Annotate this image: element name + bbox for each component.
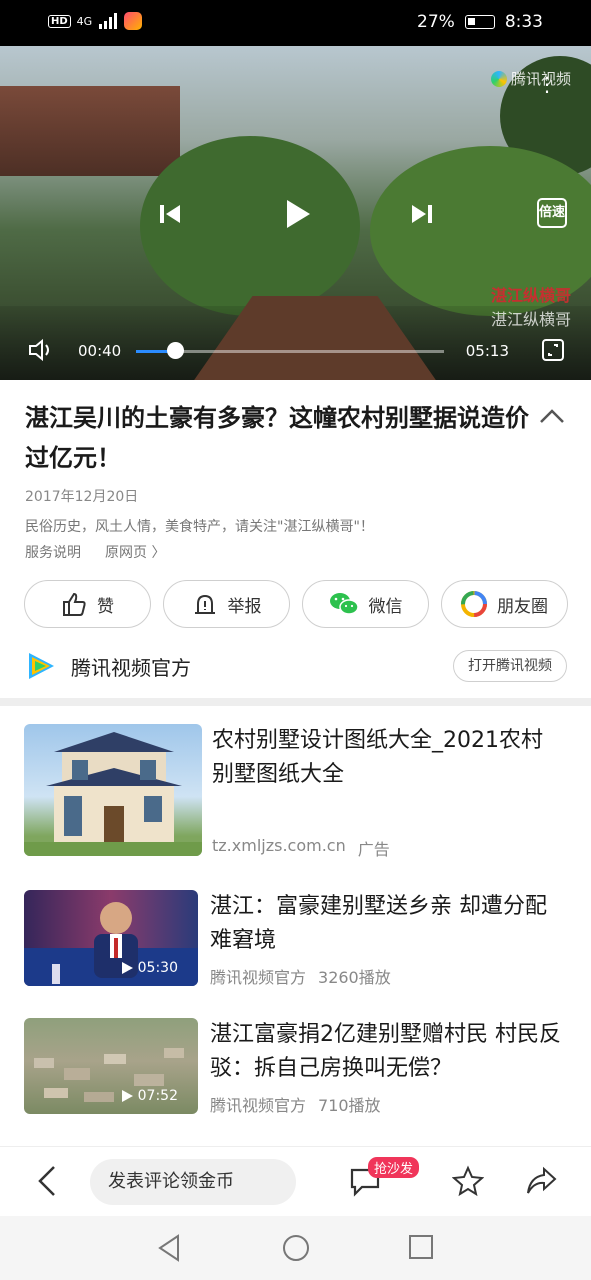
thumbnail: 07:52 xyxy=(24,1018,198,1114)
item-meta: tz.xmljzs.com.cn 广告 xyxy=(212,836,390,860)
duration: 05:13 xyxy=(465,342,509,360)
comment-input[interactable]: 发表评论领金币 xyxy=(90,1159,296,1205)
play-icon xyxy=(121,962,133,974)
play-count: 3260播放 xyxy=(318,968,391,987)
previous-icon[interactable] xyxy=(158,202,182,226)
item-source: 腾讯视频官方 xyxy=(210,968,307,987)
video-duration: 05:30 xyxy=(120,960,178,976)
network-indicator: 4G xyxy=(76,14,93,28)
item-meta: 腾讯视频官方 3260播放 xyxy=(210,964,391,988)
list-item[interactable]: 农村别墅设计图纸大全_2021农村别墅图纸大全 tz.xmljzs.com.cn… xyxy=(24,724,569,859)
tencent-video-logo-icon xyxy=(490,70,507,87)
like-button[interactable]: 赞 xyxy=(24,580,151,628)
app-notification-icon xyxy=(124,12,143,30)
article-title: 湛江吴川的土豪有多豪？这幢农村别墅据说造价过亿元！ xyxy=(25,404,529,472)
publisher-row: 腾讯视频官方 打开腾讯视频 xyxy=(25,648,567,684)
nav-recents-icon[interactable] xyxy=(408,1234,434,1260)
list-item[interactable]: 05:30 湛江：富豪建别墅送乡亲 却遭分配难窘境 腾讯视频官方 3260播放 xyxy=(24,890,569,988)
next-icon[interactable] xyxy=(410,202,434,226)
fullscreen-icon[interactable] xyxy=(541,338,565,362)
publish-date: 2017年12月20日 xyxy=(25,489,139,505)
signal-icon xyxy=(99,13,118,29)
thumbs-up-icon xyxy=(63,592,86,616)
item-title: 湛江富豪捐2亿建别墅赠村民 村民反驳：拆自己房换叫无偿？ xyxy=(210,1022,561,1081)
nav-home-icon[interactable] xyxy=(282,1234,310,1262)
video-duration: 07:52 xyxy=(120,1088,178,1104)
tencent-video-logo-icon xyxy=(29,653,54,679)
bottom-toolbar: 发表评论领金币 抢沙发 xyxy=(0,1146,591,1216)
play-count: 710播放 xyxy=(318,1096,381,1115)
share-wechat-button[interactable]: 微信 xyxy=(302,580,429,628)
collapse-icon[interactable] xyxy=(539,408,565,424)
status-bar: HD 4G 27% 8:33 xyxy=(0,0,591,46)
item-source: 腾讯视频官方 xyxy=(210,1096,307,1115)
volume-icon[interactable] xyxy=(28,338,54,362)
thumbnail xyxy=(24,724,202,856)
report-button[interactable]: 举报 xyxy=(163,580,290,628)
video-player[interactable]: 腾讯视频 ⋮ 湛江纵横哥 湛江纵横哥 倍速 00:40 05:13 xyxy=(0,46,591,380)
current-time: 00:40 xyxy=(78,342,122,360)
article-links: 服务说明 原网页 〉 xyxy=(25,542,165,562)
action-buttons: 赞 举报 微信 朋友圈 xyxy=(24,580,568,628)
article-description: 民俗历史，风土人情，美食特产，请关注"湛江纵横哥"！ xyxy=(25,519,374,535)
item-source: tz.xmljzs.com.cn xyxy=(212,836,346,855)
item-title: 农村别墅设计图纸大全_2021农村别墅图纸大全 xyxy=(212,728,543,787)
share-moments-button[interactable]: 朋友圈 xyxy=(441,580,568,628)
battery-percent: 27% xyxy=(417,12,455,32)
publisher-name[interactable]: 腾讯视频官方 xyxy=(71,652,191,681)
ad-tag: 广告 xyxy=(357,840,390,859)
hd-indicator: HD xyxy=(48,14,71,28)
back-icon[interactable] xyxy=(36,1163,58,1199)
more-options-icon[interactable]: ⋮ xyxy=(537,74,557,94)
channel-watermark: 湛江纵横哥 湛江纵横哥 xyxy=(490,286,571,329)
thumbnail: 05:30 xyxy=(24,890,198,986)
share-icon[interactable] xyxy=(524,1165,558,1197)
comment-badge: 抢沙发 xyxy=(368,1157,420,1178)
video-scene-building xyxy=(0,86,180,176)
clock: 8:33 xyxy=(504,12,543,32)
service-link[interactable]: 服务说明 xyxy=(25,542,81,562)
villa-thumbnail-image xyxy=(24,732,202,856)
moments-icon xyxy=(461,591,487,617)
play-icon[interactable] xyxy=(284,198,312,230)
play-icon xyxy=(121,1090,133,1102)
item-title: 湛江：富豪建别墅送乡亲 却遭分配难窘境 xyxy=(210,894,547,953)
source-link[interactable]: 原网页 〉 xyxy=(105,542,165,562)
video-scene-tree xyxy=(140,136,360,316)
system-navigation-bar xyxy=(0,1216,591,1280)
playback-speed-button[interactable]: 倍速 xyxy=(537,198,567,228)
battery-icon xyxy=(464,15,495,29)
favorite-star-icon[interactable] xyxy=(452,1165,484,1197)
wechat-icon xyxy=(329,593,359,615)
item-meta: 腾讯视频官方 710播放 xyxy=(210,1092,381,1116)
video-watermark: 腾讯视频 xyxy=(490,68,571,89)
nav-back-icon[interactable] xyxy=(156,1234,182,1262)
list-item[interactable]: 07:52 湛江富豪捐2亿建别墅赠村民 村民反驳：拆自己房换叫无偿？ 腾讯视频官… xyxy=(24,1018,569,1116)
open-app-button[interactable]: 打开腾讯视频 xyxy=(453,650,567,682)
section-divider xyxy=(0,698,591,706)
report-icon xyxy=(194,594,215,614)
